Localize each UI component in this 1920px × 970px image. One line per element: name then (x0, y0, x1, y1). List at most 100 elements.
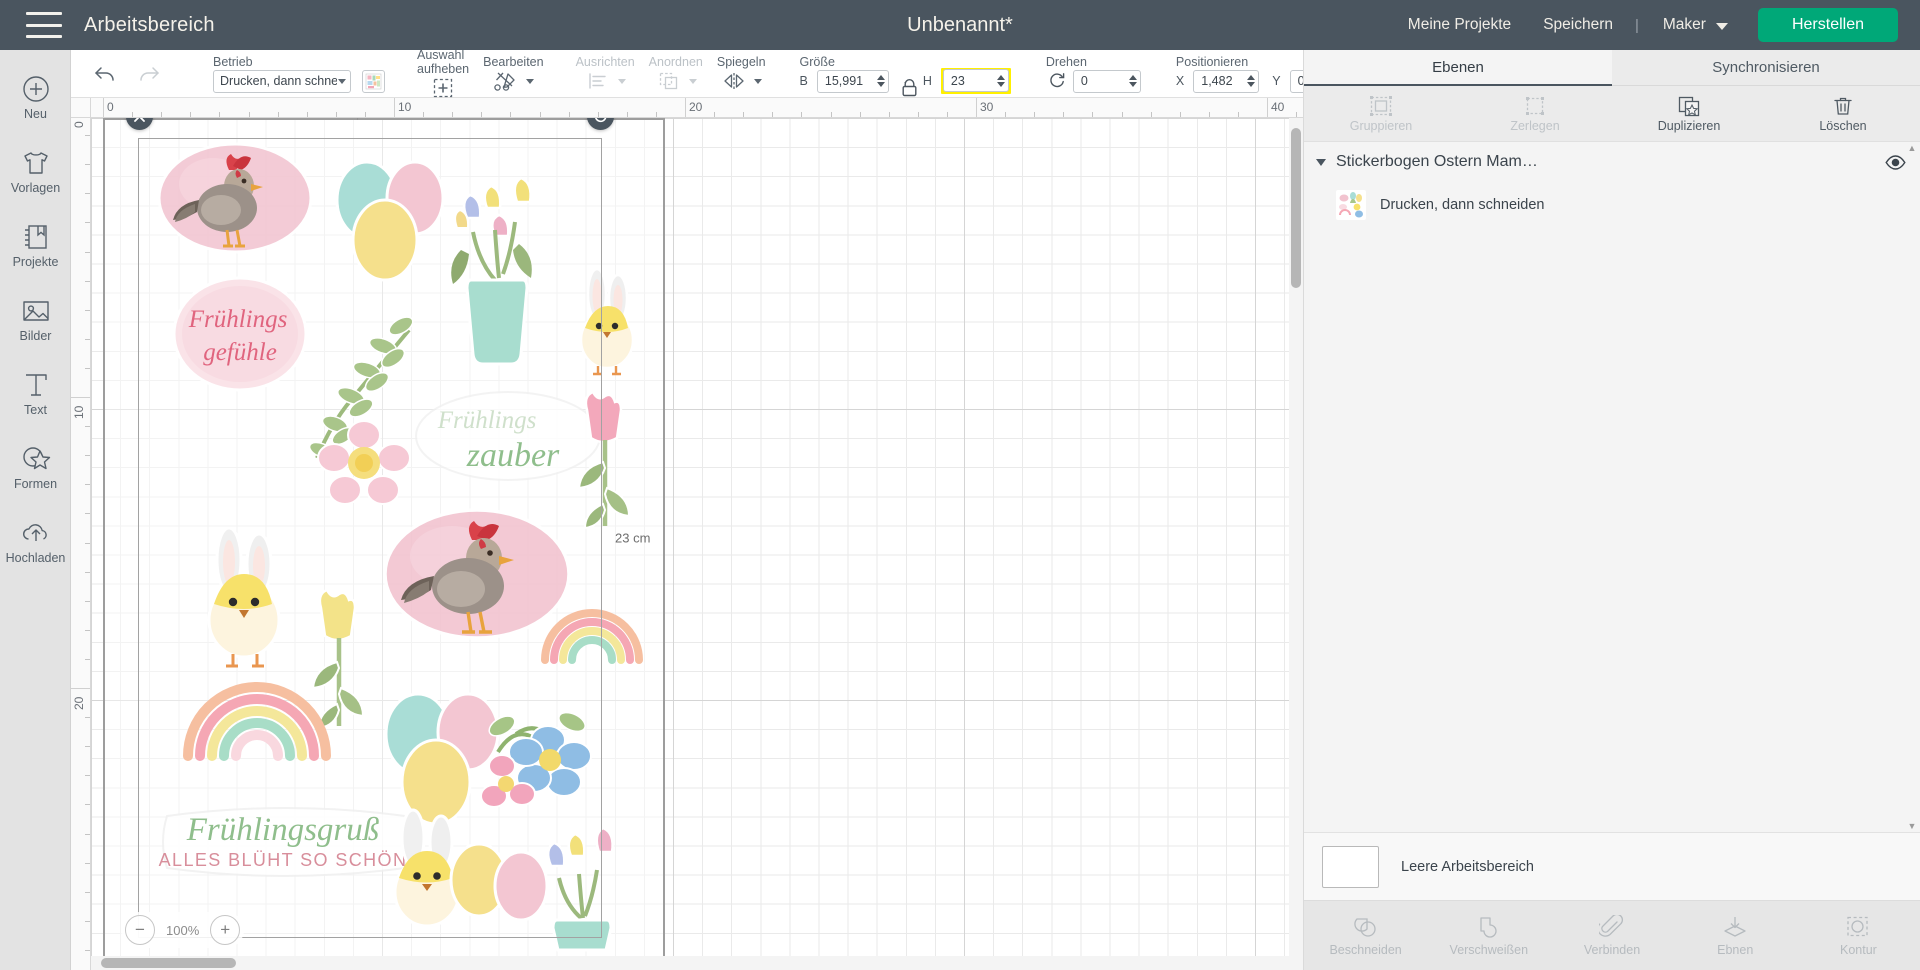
ruler-tick (306, 112, 308, 117)
eye-icon[interactable] (1885, 154, 1906, 170)
arrange-label: Anordnen (648, 55, 703, 69)
sidebar-item-vorlagen[interactable]: Vorlagen (0, 134, 71, 208)
edit-label: Bearbeiten (483, 55, 544, 69)
sidebar-item-neu[interactable]: Neu (0, 60, 71, 134)
text-t-icon (23, 370, 49, 400)
ungroup-button[interactable]: Zerlegen (1458, 86, 1612, 141)
attach-button[interactable]: Verbinden (1550, 901, 1673, 970)
x-stepper[interactable] (1247, 75, 1256, 87)
size-label: Größe (799, 54, 835, 69)
upload-cloud-icon (21, 518, 51, 548)
tab-synchronisieren[interactable]: Synchronisieren (1612, 50, 1920, 86)
scissors-pencil-icon[interactable] (492, 70, 520, 92)
rotate-input[interactable] (1080, 74, 1126, 88)
slice-button[interactable]: Beschneiden (1304, 901, 1427, 970)
design-canvas[interactable]: Frühlings gefühle Frühlings zauber Frühl… (71, 98, 1303, 970)
ruler-tick (85, 193, 90, 195)
undo-arrow-icon[interactable] (91, 63, 119, 85)
vertical-scrollbar-thumb[interactable] (1291, 128, 1301, 288)
top-bar-actions: Meine Projekte Speichern | Maker Herstel… (1392, 8, 1920, 42)
ruler-tick (132, 112, 134, 117)
horizontal-scrollbar-thumb[interactable] (101, 958, 236, 968)
x-input[interactable] (1201, 74, 1245, 88)
canvas-grid[interactable]: Frühlings gefühle Frühlings zauber Frühl… (91, 118, 1303, 970)
make-it-button[interactable]: Herstellen (1757, 8, 1898, 42)
sidebar-item-formen[interactable]: Formen (0, 430, 71, 504)
hamburger-menu-icon[interactable] (26, 12, 62, 38)
duplicate-button[interactable]: Duplizieren (1612, 86, 1766, 141)
zoom-control[interactable]: − 100% + (121, 912, 245, 948)
save-button[interactable]: Speichern (1527, 16, 1629, 34)
flatten-button[interactable]: Ebnen (1674, 901, 1797, 970)
ruler-label: 30 (980, 100, 994, 114)
x-input-wrap[interactable] (1193, 69, 1260, 93)
tab-ebenen[interactable]: Ebenen (1304, 50, 1612, 86)
height-input[interactable] (950, 73, 994, 88)
sidebar-label-hochladen: Hochladen (5, 550, 66, 565)
ruler-corner (71, 98, 91, 118)
canvas-color-label: Leere Arbeitsbereich (1401, 858, 1534, 875)
horizontal-ruler[interactable]: 0 10 20 30 40 (71, 98, 1303, 118)
contour-button[interactable]: Kontur (1797, 901, 1920, 970)
redo-arrow-icon[interactable] (135, 63, 163, 85)
machine-selector[interactable]: Maker (1645, 16, 1742, 34)
chevron-down-icon[interactable] (526, 78, 535, 84)
edit-group[interactable]: Bearbeiten (476, 50, 550, 98)
ruler-tick (71, 397, 90, 398)
width-input-wrap[interactable] (816, 69, 889, 93)
sidebar-label-text: Text (24, 402, 47, 417)
rotate-input-wrap[interactable] (1072, 69, 1141, 93)
flip-group[interactable]: Spiegeln (710, 50, 773, 98)
slice-label: Beschneiden (1329, 942, 1402, 957)
layer-row[interactable]: Drucken, dann schneiden (1304, 182, 1920, 228)
ruler-tick (655, 112, 657, 117)
align-label: Ausrichten (575, 55, 635, 69)
caret-down-icon[interactable] (1316, 158, 1326, 166)
tshirt-icon (21, 148, 51, 178)
ruler-label: 20 (689, 100, 703, 114)
delete-button[interactable]: Löschen (1766, 86, 1920, 141)
width-stepper[interactable] (876, 75, 885, 87)
sidebar-item-projekte[interactable]: Projekte (0, 208, 71, 282)
scroll-up-arrow-icon[interactable]: ▲ (1906, 142, 1918, 154)
rotate-group: Drehen (1036, 50, 1148, 98)
canvas-color-swatch[interactable] (1322, 845, 1379, 888)
undo-redo-group (71, 63, 181, 85)
layer-actions-toolbar: Gruppieren Zerlegen Duplizieren Löschen (1304, 86, 1920, 142)
group-icon (1370, 95, 1392, 116)
sidebar-item-text[interactable]: Text (0, 356, 71, 430)
operation-select[interactable]: Drucken, dann schneiden (213, 69, 351, 93)
flip-horizontal-icon[interactable] (720, 70, 748, 92)
my-projects-link[interactable]: Meine Projekte (1392, 16, 1527, 34)
sidebar-item-hochladen[interactable]: Hochladen (0, 504, 71, 578)
weld-button[interactable]: Verschweißen (1427, 901, 1550, 970)
horizontal-scrollbar[interactable] (91, 956, 1303, 970)
width-input[interactable] (824, 74, 874, 88)
print-then-cut-pattern-icon[interactable] (362, 69, 385, 93)
sidebar-item-bilder[interactable]: Bilder (0, 282, 71, 356)
zoom-in-icon[interactable]: + (210, 915, 241, 945)
layer-group-header[interactable]: Stickerbogen Ostern Mam… (1304, 142, 1920, 182)
vertical-scrollbar[interactable] (1289, 118, 1303, 956)
height-input-wrap[interactable] (942, 69, 1009, 92)
scroll-down-arrow-icon[interactable]: ▼ (1906, 820, 1918, 832)
group-button[interactable]: Gruppieren (1304, 86, 1458, 141)
vertical-ruler[interactable]: 0 10 20 (71, 98, 91, 970)
ruler-tick (85, 862, 90, 864)
layer-list[interactable]: Stickerbogen Ostern Mam… Drucken, dann s… (1304, 142, 1920, 832)
ruler-tick (85, 658, 90, 660)
selection-bounding-box[interactable]: 15,991 cm 23 cm (126, 118, 650, 938)
height-stepper[interactable] (996, 74, 1005, 87)
ruler-tick (248, 112, 250, 117)
layer-list-scrollbar[interactable]: ▲ ▼ (1906, 142, 1918, 832)
lock-aspect-ratio-button[interactable] (896, 50, 923, 98)
chevron-down-icon[interactable] (754, 78, 763, 84)
rotate-stepper[interactable] (1128, 75, 1137, 87)
deselect-group[interactable]: Auswahl aufheben (410, 48, 476, 99)
dashed-square-plus-icon[interactable] (429, 77, 457, 99)
ruler-tick (917, 112, 919, 117)
ruler-tick (714, 112, 716, 117)
bottom-tools-toolbar: Beschneiden Verschweißen Verbinden Ebnen (1304, 900, 1920, 970)
zoom-out-icon[interactable]: − (125, 915, 155, 945)
selection-width-label: 15,991 cm (139, 118, 603, 121)
